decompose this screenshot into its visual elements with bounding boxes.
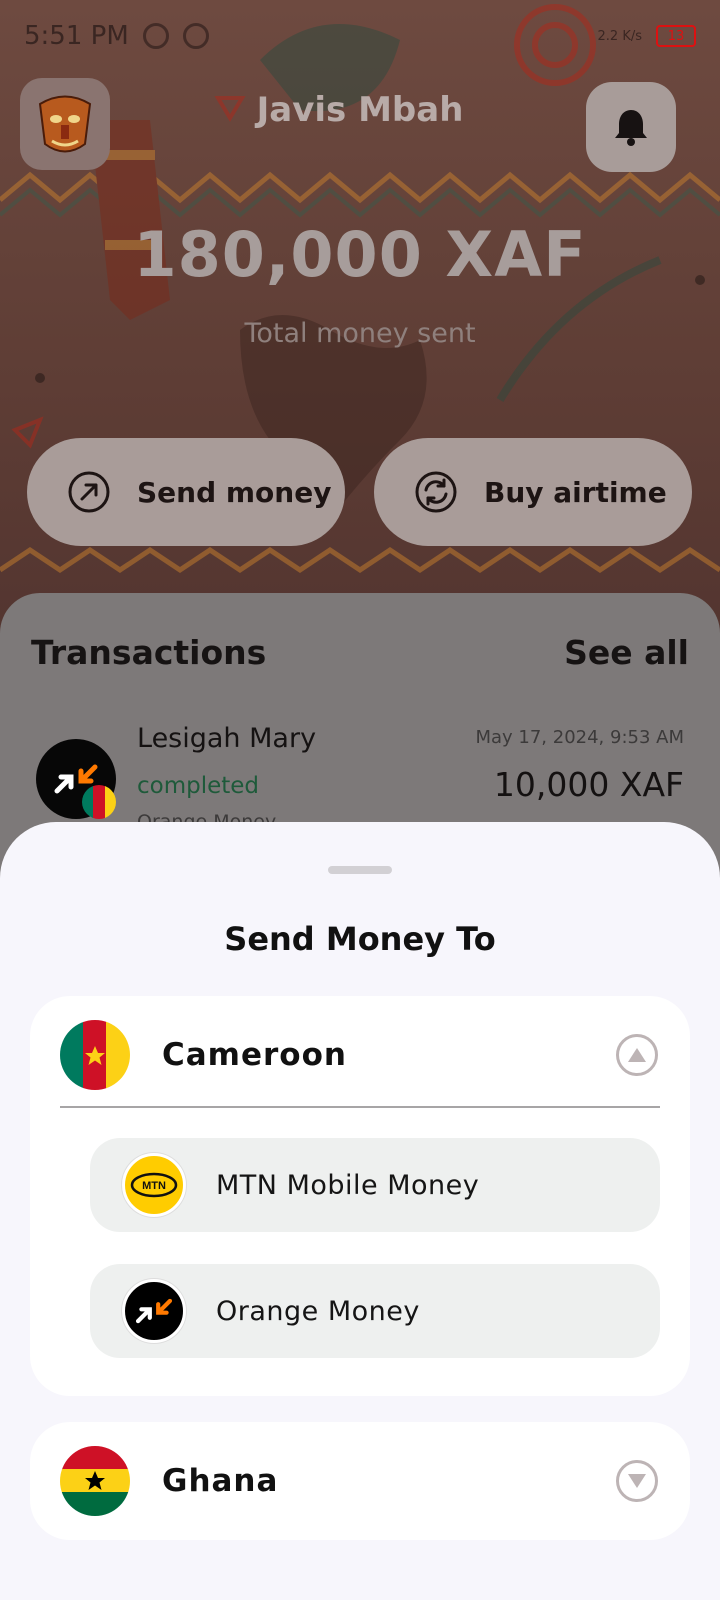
sheet-title: Send Money To [224,920,496,958]
country-card-cameroon: Cameroon MTN MTN Mobile Money Orange Mon… [30,996,690,1396]
battery-icon: 13 [656,25,696,47]
notification-button[interactable] [586,82,676,172]
send-money-button[interactable]: Send money [27,438,345,546]
transactions-title: Transactions [31,633,267,672]
total-amount: 180,000 XAF [133,218,587,291]
chevron-up-icon[interactable] [616,1034,658,1076]
sheet-drag-handle[interactable] [328,866,392,874]
buy-airtime-label: Buy airtime [484,475,667,509]
buy-airtime-button[interactable]: Buy airtime [374,438,692,546]
header-background: 5:51 PM 2.2 K/s 13 Javis Mbah 180,000 XA… [0,0,720,640]
send-money-label: Send money [137,475,332,509]
provider-name-orange: Orange Money [216,1295,420,1327]
transaction-amount: 10,000 XAF [493,765,684,804]
country-header-cameroon[interactable]: Cameroon [60,1020,660,1090]
country-card-ghana[interactable]: Ghana [30,1422,690,1540]
network-speed: 2.2 K/s [597,28,642,44]
transaction-recipient: Lesigah Mary [137,723,317,754]
country-name-ghana: Ghana [162,1463,279,1499]
provider-orange-money[interactable]: Orange Money [90,1264,660,1358]
notification-icon [182,23,209,49]
notification-icon [142,23,169,49]
country-header-ghana[interactable]: Ghana [60,1446,660,1516]
provider-name-mtn: MTN Mobile Money [216,1169,480,1201]
mtn-logo-icon: MTN [122,1153,186,1217]
status-bar: 5:51 PM 2.2 K/s 13 [24,14,696,58]
cameroon-flag-icon [60,1020,130,1090]
bell-icon [615,110,647,146]
divider [60,1106,660,1108]
transaction-date: May 17, 2024, 9:53 AM [475,727,684,748]
arrow-up-right-icon [68,471,110,513]
cameroon-flag-icon [82,785,116,819]
svg-text:MTN: MTN [142,1180,166,1192]
send-money-sheet: Send Money To Cameroon MTN MTN Mobile Mo… [0,822,720,1600]
orange-money-logo-icon [122,1279,186,1343]
chevron-down-icon[interactable] [616,1460,658,1502]
refresh-icon [415,471,457,513]
status-time: 5:51 PM [24,21,129,51]
transaction-status: completed [137,773,260,799]
country-name-cameroon: Cameroon [162,1037,347,1073]
total-amount-label: Total money sent [244,318,476,349]
ghana-flag-icon [60,1446,130,1516]
provider-mtn-mobile-money[interactable]: MTN MTN Mobile Money [90,1138,660,1232]
see-all-link[interactable]: See all [564,633,689,672]
